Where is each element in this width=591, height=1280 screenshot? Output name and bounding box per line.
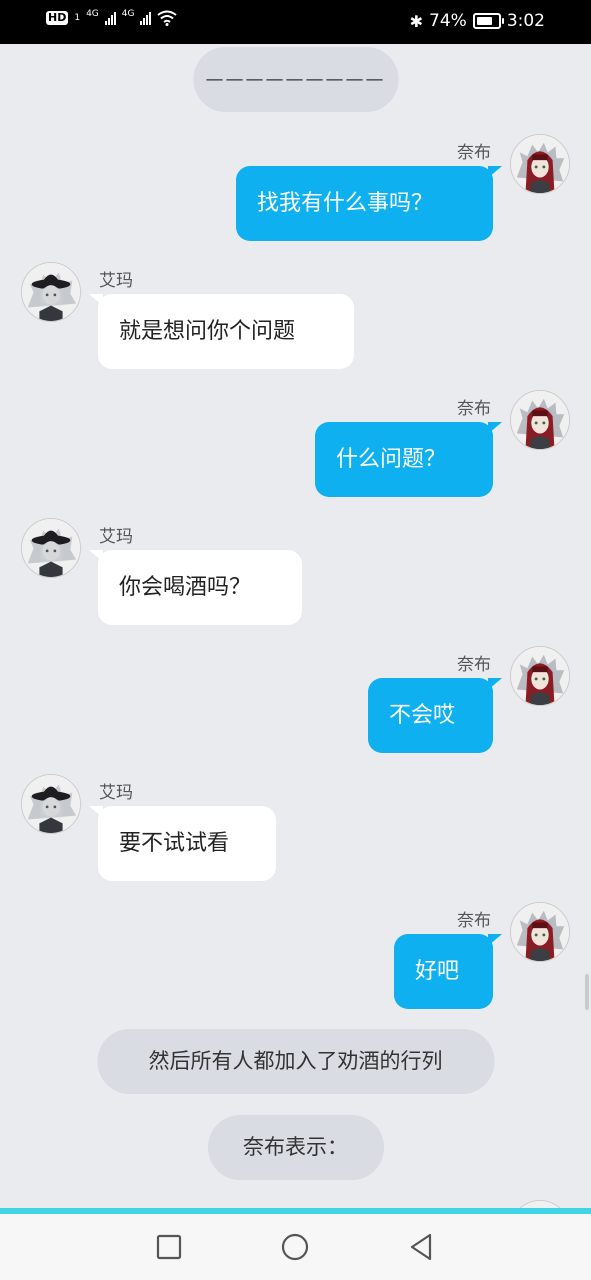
back-button[interactable] [406, 1232, 436, 1262]
message-bubble[interactable]: 你会喝酒吗？ [89, 550, 302, 625]
system-message: 奈布表示： [207, 1115, 384, 1180]
sender-name: 艾玛 [99, 527, 133, 547]
clock: 3:02 [506, 11, 545, 31]
status-left: HD 1 4G 4G [46, 9, 178, 26]
sim-label: 1 [74, 13, 81, 23]
system-message: 然后所有人都加入了劝酒的行列 [97, 1029, 494, 1094]
message-bubble[interactable]: 不会哎 [368, 678, 502, 753]
avatar-emma[interactable] [21, 774, 81, 834]
sender-name: 奈布 [457, 655, 491, 675]
avatar-emma-image [22, 263, 80, 321]
network-type-2: 4G [121, 9, 135, 19]
avatar-emma-image [22, 519, 80, 577]
navigation-bar [0, 1214, 591, 1280]
message-bubble[interactable]: 好吧 [394, 934, 502, 1009]
sender-name: 奈布 [457, 911, 491, 931]
status-bar: HD 1 4G 4G ✱ 74% 3:02 [0, 0, 591, 44]
avatar-nabu[interactable] [510, 1200, 570, 1208]
avatar-emma-image [22, 775, 80, 833]
signal-icon [140, 11, 152, 25]
avatar-emma[interactable] [21, 262, 81, 322]
signal-icon [104, 11, 116, 25]
message-bubble[interactable]: 要不试试看 [89, 806, 276, 881]
back-icon [410, 1233, 432, 1261]
avatar-nabu[interactable] [510, 390, 570, 450]
wifi-icon [157, 10, 178, 26]
battery-percent: 74% [429, 11, 467, 31]
recent-apps-icon [156, 1234, 182, 1260]
system-message: ————————— [193, 47, 398, 112]
recent-apps-button[interactable] [154, 1232, 184, 1262]
chat-area[interactable]: ————————— 奈布 找我有什么事吗？ 艾玛 就是想问你个问题 奈布 什么问… [0, 44, 591, 1208]
battery-icon [472, 13, 504, 29]
message-bubble[interactable]: 就是想问你个问题 [89, 294, 354, 369]
sender-name: 奈布 [457, 399, 491, 419]
home-button[interactable] [280, 1232, 310, 1262]
avatar-nabu-image [511, 1201, 569, 1208]
scrollbar-thumb[interactable] [585, 974, 589, 1010]
avatar-nabu[interactable] [510, 902, 570, 962]
hd-icon: HD [46, 11, 69, 25]
avatar-nabu-image [511, 903, 569, 961]
avatar-nabu-image [511, 391, 569, 449]
avatar-nabu[interactable] [510, 134, 570, 194]
status-right: ✱ 74% 3:02 [410, 11, 545, 31]
avatar-emma[interactable] [21, 518, 81, 578]
sender-name: 艾玛 [99, 271, 133, 291]
network-type-1: 4G [86, 9, 99, 19]
battery-fill [476, 17, 492, 25]
avatar-nabu-image [511, 647, 569, 705]
avatar-nabu-image [511, 135, 569, 193]
sender-name: 艾玛 [99, 783, 133, 803]
bluetooth-icon: ✱ [409, 11, 424, 31]
message-bubble[interactable]: 什么问题？ [315, 422, 502, 497]
message-bubble[interactable]: 找我有什么事吗？ [236, 166, 502, 241]
sender-name: 奈布 [457, 143, 491, 163]
home-icon [281, 1233, 309, 1261]
avatar-nabu[interactable] [510, 646, 570, 706]
